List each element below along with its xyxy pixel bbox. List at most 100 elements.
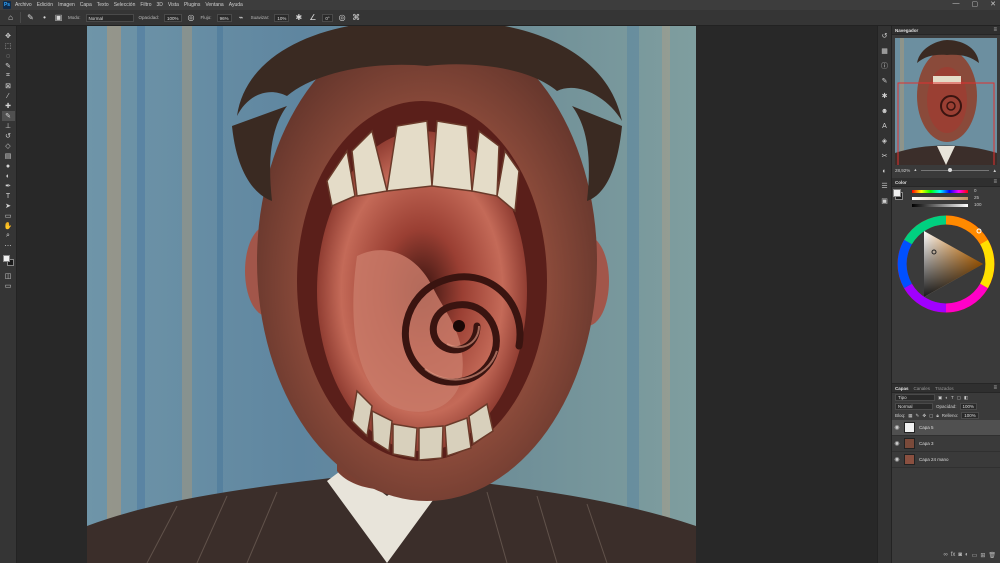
photoshop-logo[interactable]: Ps	[3, 1, 11, 9]
opacity-field[interactable]: 100%	[164, 13, 182, 22]
history-panel-icon[interactable]: ↺	[880, 32, 889, 41]
visibility-eye-icon[interactable]: ◉	[892, 440, 902, 447]
mode-select[interactable]: Normal	[85, 13, 134, 22]
lock-paint-icon[interactable]: ✎	[916, 413, 920, 419]
layer-name[interactable]: Capa 3	[919, 441, 934, 446]
delete-layer-icon[interactable]: 🗑︎	[988, 552, 996, 561]
saturation-value[interactable]: 25	[974, 195, 979, 200]
menu-edicion[interactable]: Edición	[37, 2, 53, 8]
menu-filtro[interactable]: Filtro	[140, 2, 151, 8]
panel-menu-icon[interactable]: ≡	[993, 27, 997, 33]
new-group-icon[interactable]: ▭	[972, 552, 978, 561]
spot-heal-tool-icon[interactable]: ✚	[2, 101, 15, 111]
menu-seleccion[interactable]: Selección	[114, 2, 136, 8]
zoom-slider-knob[interactable]	[947, 167, 952, 172]
lasso-tool-icon[interactable]: ◌	[2, 51, 15, 61]
layers-panel-menu-icon[interactable]: ≡	[993, 385, 997, 391]
people-panel-icon[interactable]: ☻	[880, 107, 889, 116]
flow-field[interactable]: 96%	[216, 13, 232, 22]
info-panel-icon[interactable]: ⓘ	[880, 62, 889, 71]
blend-mode-select[interactable]: Normal	[895, 403, 933, 410]
saturation-slider[interactable]	[912, 197, 968, 200]
menu-imagen[interactable]: Imagen	[58, 2, 75, 8]
color-wheel[interactable]	[895, 213, 997, 315]
angle-field[interactable]: 0°	[322, 13, 333, 22]
blur-tool-icon[interactable]: ●	[2, 161, 15, 171]
zoom-out-icon[interactable]: ▴	[914, 167, 916, 173]
color-panel-menu-icon[interactable]: ≡	[993, 179, 997, 185]
hand-tool-icon[interactable]: ✋	[2, 221, 15, 231]
pressure-opacity-icon[interactable]: ◎	[187, 13, 196, 22]
color-panel-foreground-swatch[interactable]	[893, 189, 901, 197]
layer-name[interactable]: Capa 24 mano	[919, 457, 949, 462]
tab-trazados[interactable]: Trazados	[935, 386, 954, 391]
angle-icon[interactable]: ∠	[308, 13, 317, 22]
symmetry-icon[interactable]: ⌘	[352, 13, 361, 22]
more-tools-icon[interactable]: ⋯	[2, 241, 15, 251]
lock-all-icon[interactable]: 🔒︎	[936, 413, 938, 418]
marquee-tool-icon[interactable]: ⬚	[2, 41, 15, 51]
frame-tool-icon[interactable]: ⊠	[2, 81, 15, 91]
zoom-tool-icon[interactable]: ⌕	[2, 231, 15, 241]
close-button[interactable]: ✕	[990, 0, 996, 8]
lock-pixels-icon[interactable]: ▦	[908, 413, 912, 419]
clone-stamp-tool-icon[interactable]: ⊥	[2, 121, 15, 131]
menu-archivo[interactable]: Archivo	[15, 2, 32, 8]
brush-settings-icon[interactable]: ▣	[54, 13, 63, 22]
rectangle-tool-icon[interactable]: ▭	[2, 211, 15, 221]
brush-size-icon[interactable]: •	[40, 13, 49, 22]
navigator-thumbnail[interactable]	[895, 38, 997, 165]
filter-smart-icon[interactable]: ◧	[964, 395, 968, 401]
smoothing-field[interactable]: 10%	[274, 13, 290, 22]
brushes-panel-icon[interactable]: ✱	[880, 92, 889, 101]
swatches-panel-icon[interactable]: ◐	[880, 167, 889, 176]
libraries-panel-icon[interactable]: ▣	[880, 197, 889, 206]
brightness-value[interactable]: 100	[974, 202, 982, 207]
menu-ventana[interactable]: Ventana	[205, 2, 223, 8]
path-select-tool-icon[interactable]: ➤	[2, 201, 15, 211]
document-workspace[interactable]	[17, 26, 877, 563]
eraser-tool-icon[interactable]: ◇	[2, 141, 15, 151]
filter-adjust-icon[interactable]: ◐	[945, 395, 948, 400]
menu-vista[interactable]: Vista	[168, 2, 179, 8]
pressure-size-icon[interactable]: ◎	[338, 13, 347, 22]
add-mask-icon[interactable]: ◙	[958, 552, 962, 561]
tab-capas[interactable]: Capas	[895, 386, 909, 391]
crop-tool-icon[interactable]: ⌗	[2, 71, 15, 81]
lock-position-icon[interactable]: ✥	[922, 413, 926, 419]
brush-preset-icon[interactable]: ✎	[26, 13, 35, 22]
adjustment-layer-icon[interactable]: ◐	[965, 552, 969, 561]
layer-row[interactable]: ◉ Capa 5	[892, 420, 1000, 436]
dodge-tool-icon[interactable]: ◐	[2, 171, 15, 181]
filter-pixel-icon[interactable]: ▣	[938, 395, 942, 401]
eyedropper-tool-icon[interactable]: ⁄	[2, 91, 15, 101]
adjustments-panel-icon[interactable]: ▦	[880, 47, 889, 56]
quick-mask-icon[interactable]: ◫	[2, 271, 15, 281]
color-tab[interactable]: Color	[895, 180, 907, 185]
brush-tool-icon[interactable]: ✎	[1, 111, 15, 121]
move-tool-icon[interactable]: ✥	[2, 31, 15, 41]
layer-style-icon[interactable]: fx	[951, 552, 956, 561]
menu-plugins[interactable]: Plugins	[184, 2, 200, 8]
text-panel-icon[interactable]: A	[880, 122, 889, 131]
maximize-button[interactable]: ▢	[972, 0, 979, 8]
new-layer-icon[interactable]: ⊞	[980, 552, 985, 561]
styles-panel-icon[interactable]: ◈	[880, 137, 889, 146]
lock-artboard-icon[interactable]: ▢	[929, 413, 933, 419]
filter-type-icon[interactable]: T	[951, 395, 954, 400]
navigator-tab[interactable]: Navegador	[895, 28, 918, 33]
filter-shape-icon[interactable]: ▢	[957, 395, 961, 401]
menu-3d[interactable]: 3D	[157, 2, 163, 8]
visibility-eye-icon[interactable]: ◉	[892, 424, 902, 431]
link-layers-icon[interactable]: ∞	[943, 552, 947, 561]
minimize-button[interactable]: —	[953, 0, 960, 8]
home-icon[interactable]: ⌂	[6, 13, 15, 22]
tab-canales[interactable]: Canales	[914, 386, 931, 391]
type-tool-icon[interactable]: T	[2, 191, 15, 201]
foreground-color-swatch[interactable]	[2, 255, 10, 262]
brightness-slider[interactable]	[912, 204, 968, 207]
pen-tool-icon[interactable]: ✒	[2, 181, 15, 191]
zoom-value[interactable]: 28,92%	[895, 168, 910, 173]
zoom-slider[interactable]	[920, 167, 989, 172]
visibility-eye-icon[interactable]: ◉	[892, 456, 902, 463]
